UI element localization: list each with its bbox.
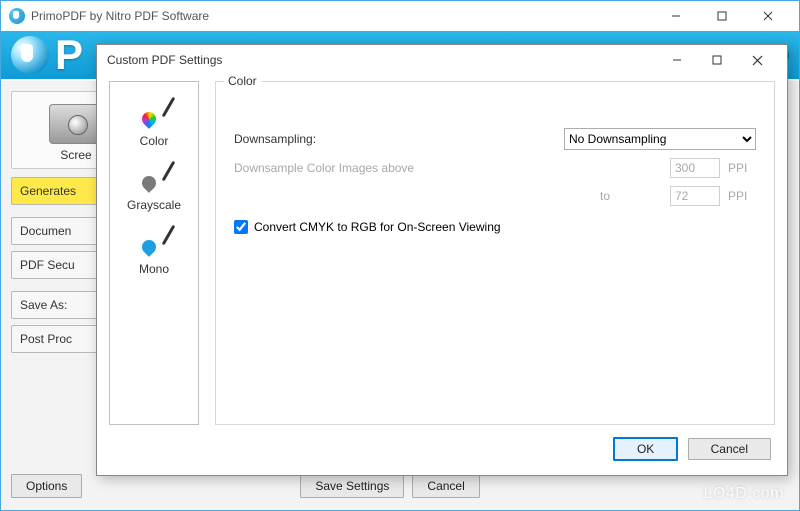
preset-icon[interactable]: [49, 104, 103, 144]
brand-letter: P: [55, 31, 83, 79]
brand-logo-icon: [11, 36, 49, 74]
to-input[interactable]: [670, 186, 720, 206]
grayscale-dropper-icon: [134, 162, 174, 196]
app-icon: [9, 8, 25, 24]
downsampling-select[interactable]: No Downsampling: [564, 128, 756, 150]
above-input[interactable]: [670, 158, 720, 178]
main-title: PrimoPDF by Nitro PDF Software: [31, 9, 209, 23]
cancel-button[interactable]: Cancel: [688, 438, 771, 460]
fieldset-legend: Color: [224, 74, 261, 88]
category-grayscale[interactable]: Grayscale: [110, 158, 198, 222]
color-fieldset: Color Downsampling: No Downsampling Down…: [215, 81, 775, 425]
bottom-bar: Options Save Settings Cancel: [11, 474, 789, 498]
downsampling-label: Downsampling:: [234, 132, 316, 146]
ok-button[interactable]: OK: [613, 437, 678, 461]
dialog-title: Custom PDF Settings: [107, 53, 222, 67]
cmyk-checkbox[interactable]: [234, 220, 248, 234]
maximize-icon: [712, 55, 722, 65]
minimize-icon: [672, 55, 682, 65]
maximize-button[interactable]: [699, 1, 745, 31]
save-settings-button[interactable]: Save Settings: [300, 474, 404, 498]
category-grayscale-label: Grayscale: [127, 198, 181, 212]
above-row: Downsample Color Images above PPI: [234, 158, 756, 178]
cancel-main-button[interactable]: Cancel: [412, 474, 479, 498]
dialog-maximize-button[interactable]: [697, 46, 737, 74]
category-mono-label: Mono: [139, 262, 169, 276]
above-unit: PPI: [728, 161, 756, 175]
cmyk-row: Convert CMYK to RGB for On-Screen Viewin…: [234, 220, 756, 234]
close-icon: [752, 55, 763, 66]
dialog-minimize-button[interactable]: [657, 46, 697, 74]
dialog-body: Color Grayscale Mono Color Downsampling:…: [109, 81, 775, 425]
minimize-icon: [671, 11, 681, 21]
maximize-icon: [717, 11, 727, 21]
category-mono[interactable]: Mono: [110, 222, 198, 286]
close-icon: [763, 11, 773, 21]
dialog-titlebar: Custom PDF Settings: [97, 45, 787, 75]
custom-pdf-settings-dialog: Custom PDF Settings Color Grayscale Mono: [96, 44, 788, 476]
category-color-label: Color: [140, 134, 169, 148]
close-button[interactable]: [745, 1, 791, 31]
options-button[interactable]: Options: [11, 474, 82, 498]
mono-dropper-icon: [134, 226, 174, 260]
to-row: . to PPI: [234, 186, 756, 206]
dialog-close-button[interactable]: [737, 46, 777, 74]
category-color[interactable]: Color: [110, 94, 198, 158]
main-titlebar: PrimoPDF by Nitro PDF Software: [1, 1, 799, 31]
category-panel: Color Grayscale Mono: [109, 81, 199, 425]
settings-panel: Color Downsampling: No Downsampling Down…: [199, 81, 775, 425]
downsampling-row: Downsampling: No Downsampling: [234, 128, 756, 150]
minimize-button[interactable]: [653, 1, 699, 31]
cmyk-label: Convert CMYK to RGB for On-Screen Viewin…: [254, 220, 501, 234]
above-label: Downsample Color Images above: [234, 161, 414, 175]
dialog-buttons: OK Cancel: [607, 437, 771, 461]
color-dropper-icon: [134, 98, 174, 132]
to-label: to: [600, 189, 610, 203]
to-unit: PPI: [728, 189, 756, 203]
